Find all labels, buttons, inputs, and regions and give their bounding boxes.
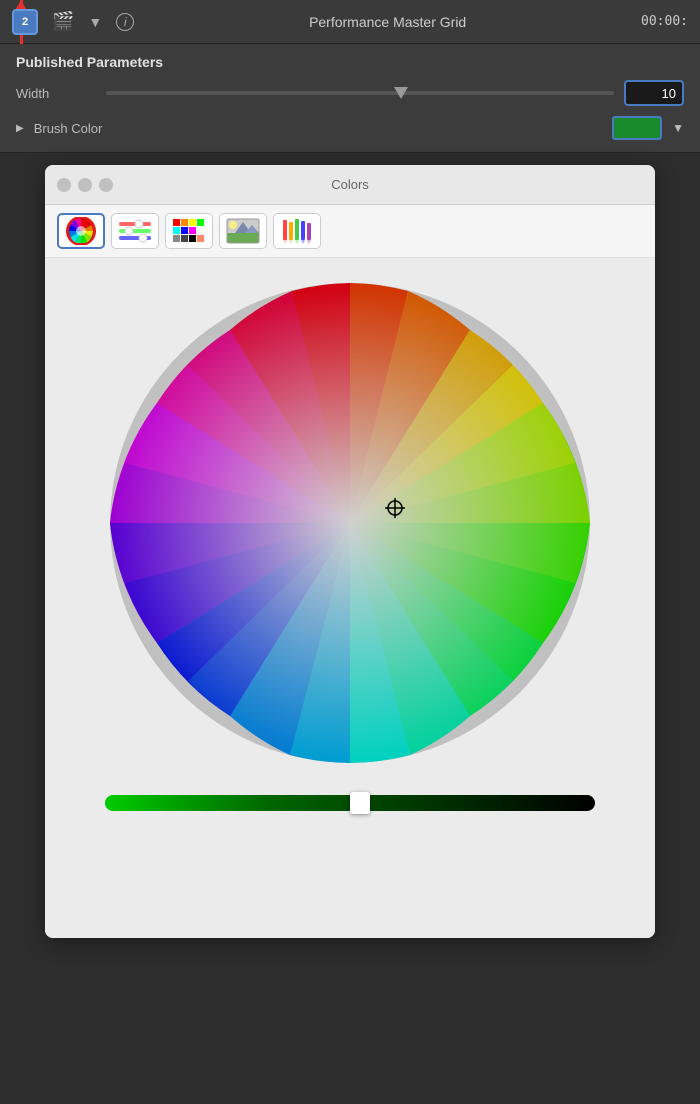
dropdown-icon[interactable]: ▼ (88, 14, 102, 30)
brush-color-label: Brush Color (34, 121, 602, 136)
colors-panel-title: Colors (331, 177, 369, 192)
timecode: 00:00: (641, 14, 688, 29)
width-row: Width (16, 80, 684, 106)
colors-panel: Colors (45, 165, 655, 938)
color-dropdown-arrow-icon[interactable]: ▼ (672, 121, 684, 135)
expand-arrow-icon[interactable]: ▶ (16, 123, 24, 134)
published-parameters-section: Published Parameters Width ▶ Brush Color… (0, 44, 700, 153)
sliders-icon (117, 217, 153, 245)
grid-icon (171, 217, 207, 245)
window-title: Performance Master Grid (148, 14, 627, 30)
width-label: Width (16, 86, 96, 101)
pencils-mode-button[interactable] (273, 213, 321, 249)
width-slider-thumb[interactable] (394, 87, 408, 99)
close-button[interactable] (57, 178, 71, 192)
top-bar: 2 🎬 ▼ i Performance Master Grid 00:00: (0, 0, 700, 44)
maximize-button[interactable] (99, 178, 113, 192)
brightness-slider-container[interactable] (105, 792, 595, 814)
color-wheel-area (45, 258, 655, 938)
color-wheel-icon (65, 217, 97, 245)
image-mode-button[interactable] (219, 213, 267, 249)
color-wheel-mode-button[interactable] (57, 213, 105, 249)
sliders-mode-button[interactable] (111, 213, 159, 249)
brush-color-row: ▶ Brush Color ▼ (16, 116, 684, 140)
info-icon[interactable]: i (116, 13, 134, 31)
brush-color-swatch[interactable] (612, 116, 662, 140)
badge-icon[interactable]: 2 (12, 9, 38, 35)
film-icon[interactable]: 🎬 (52, 11, 74, 32)
color-wheel-svg[interactable] (105, 278, 595, 768)
colors-titlebar: Colors (45, 165, 655, 205)
color-wheel-container[interactable] (105, 278, 595, 768)
brightness-slider-thumb[interactable] (350, 792, 370, 814)
window-buttons (57, 178, 113, 192)
width-slider-track[interactable] (106, 91, 614, 95)
grid-mode-button[interactable] (165, 213, 213, 249)
width-input[interactable] (624, 80, 684, 106)
pencils-icon (279, 217, 315, 245)
minimize-button[interactable] (78, 178, 92, 192)
published-parameters-title: Published Parameters (16, 54, 684, 70)
color-modes-bar (45, 205, 655, 258)
image-icon (225, 217, 261, 245)
